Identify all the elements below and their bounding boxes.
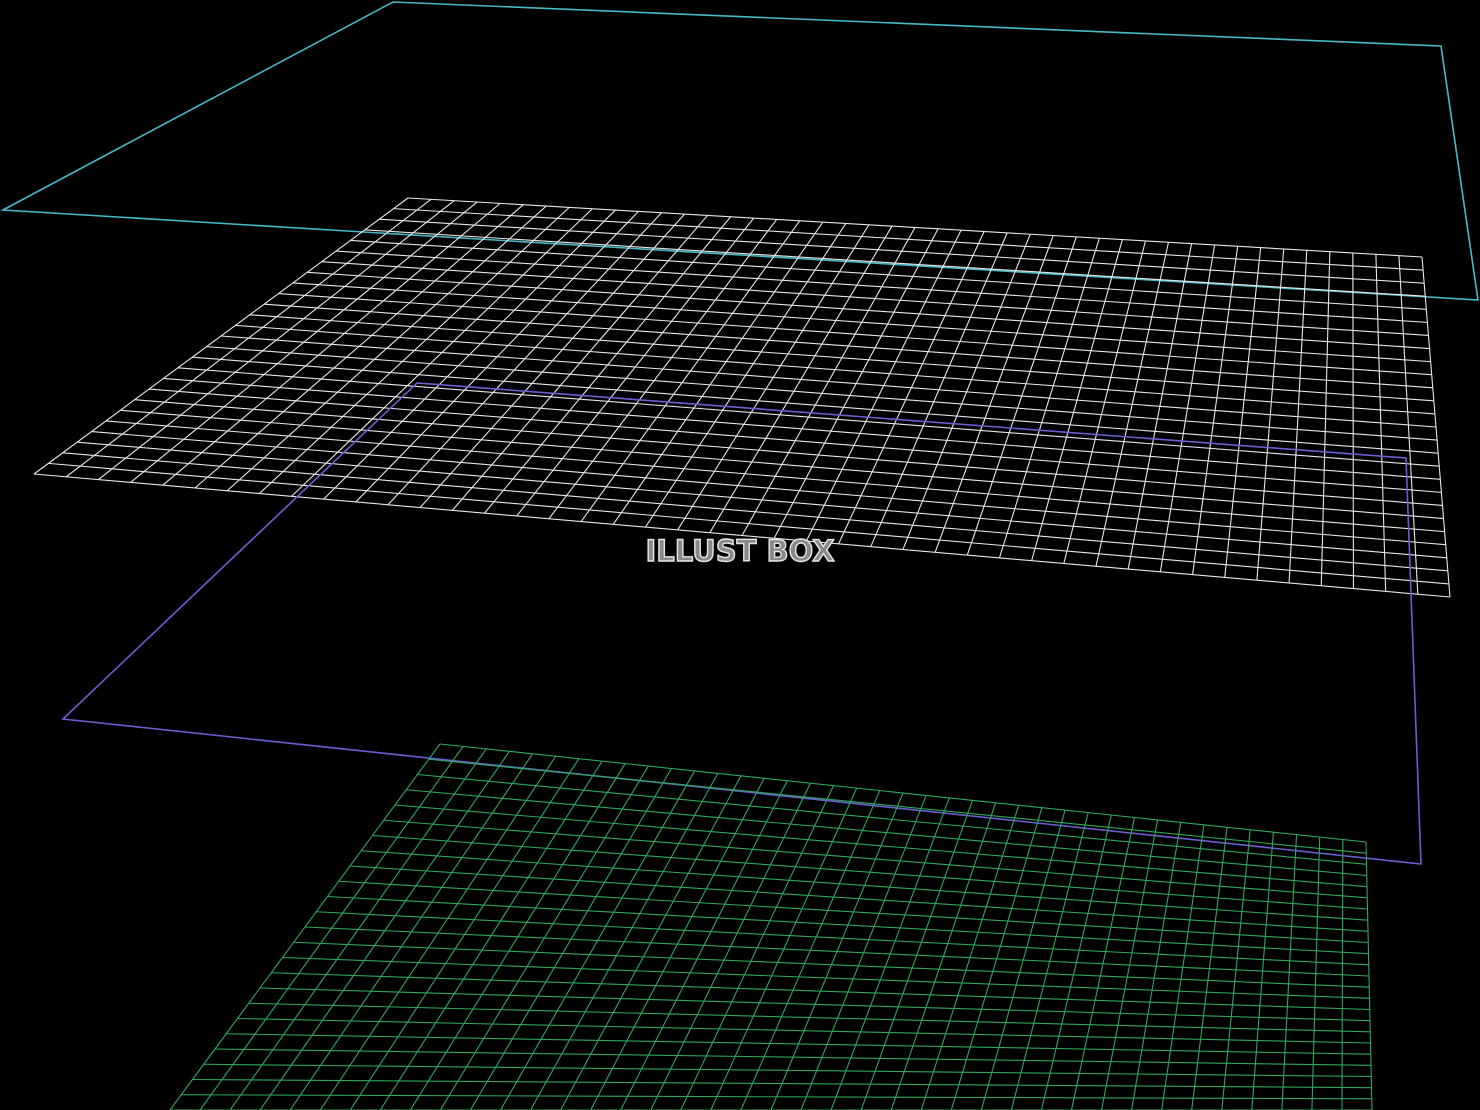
green-grid-plane-row-line: [439, 743, 1367, 843]
white-grid-plane-row-line: [192, 356, 1439, 454]
white-grid-plane-row-line: [177, 367, 1440, 467]
green-grid-plane-row-line: [327, 895, 1369, 955]
green-grid-plane-row-line: [237, 1017, 1371, 1044]
white-grid-plane-row-line: [48, 462, 1449, 585]
white-grid-plane-row-line: [249, 314, 1434, 402]
white-grid-plane-row-line: [278, 292, 1432, 376]
white-grid-plane-row-line: [292, 282, 1431, 363]
white-grid-plane-row-line: [163, 377, 1441, 480]
white-grid-plane-row-line: [407, 197, 1423, 258]
green-grid-plane-row-line: [417, 773, 1367, 865]
green-grid-plane-row-line: [406, 789, 1367, 877]
white-grid-plane-row-line: [235, 324, 1435, 415]
green-grid-plane-row-line: [304, 926, 1370, 977]
white-grid-plane-row-line: [393, 208, 1424, 271]
white-grid-plane-row-line: [206, 346, 1438, 441]
white-grid-plane-row-line: [33, 473, 1451, 598]
green-grid-plane-row-line: [372, 834, 1368, 910]
green-grid-plane-row-line: [248, 1002, 1371, 1033]
green-grid-plane-row-line: [293, 941, 1370, 988]
green-grid-plane-row-line: [394, 804, 1368, 888]
top-cyan-frame: [0, 1, 1479, 301]
white-grid-plane-row-line: [62, 452, 1448, 572]
white-grid-plane-row-line: [77, 441, 1447, 559]
white-grid-plane-row-line: [91, 430, 1446, 546]
white-grid-plane: [33, 197, 1451, 598]
green-grid-plane-row-line: [428, 758, 1367, 854]
green-grid-plane: [169, 743, 1373, 1110]
white-grid-plane-row-line: [379, 218, 1425, 284]
white-grid-plane-row-line: [264, 303, 1433, 389]
layered-planes-scene: [0, 1, 1479, 1110]
top-cyan-frame-outline: [0, 1, 1479, 301]
green-grid-plane-row-line: [282, 956, 1370, 999]
green-grid-plane-row-line: [316, 911, 1369, 966]
white-grid-plane-row-line: [307, 271, 1430, 350]
